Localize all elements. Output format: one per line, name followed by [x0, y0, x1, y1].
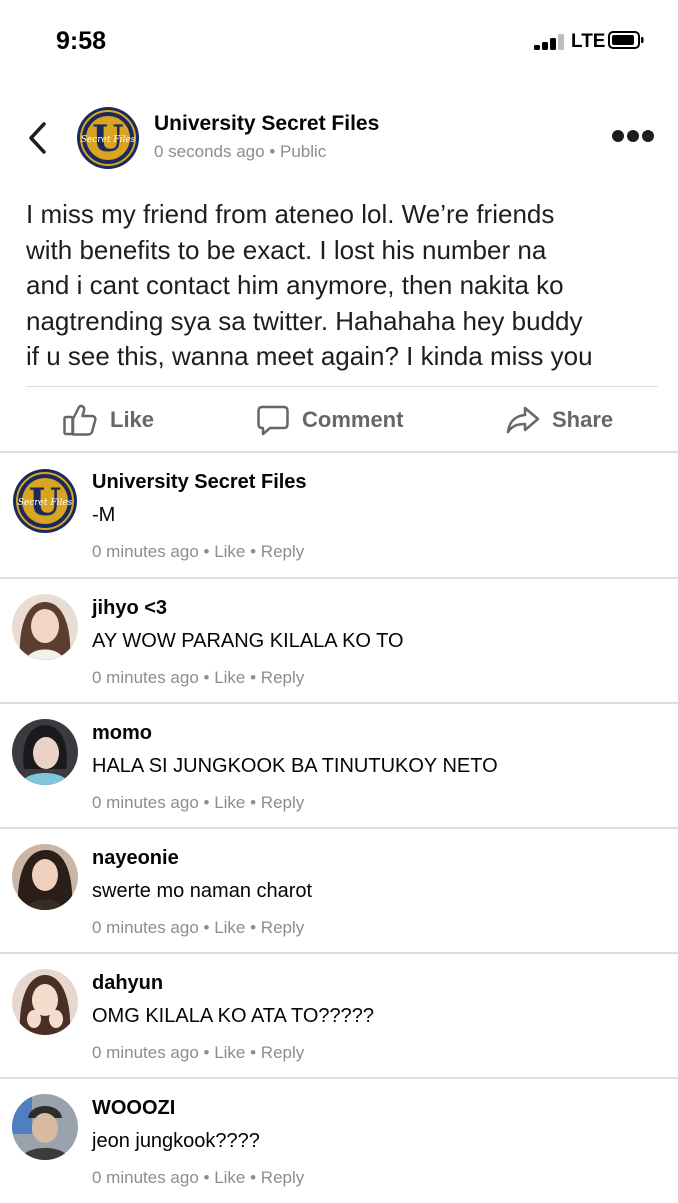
comment-time: 0 minutes ago — [92, 668, 199, 687]
comment-like-button[interactable]: Like — [214, 668, 245, 687]
like-label: Like — [110, 407, 155, 432]
share-arrow-icon — [506, 406, 540, 434]
logo-script: Secret Files — [81, 135, 136, 145]
meta-separator: • — [198, 542, 215, 561]
meta-separator: • — [245, 1168, 261, 1187]
logo-script: Secret Files — [18, 498, 73, 508]
commenter-name[interactable]: momo — [92, 722, 152, 745]
comment-button[interactable]: Comment — [256, 402, 403, 438]
comment-reply-button[interactable]: Reply — [261, 542, 304, 561]
comment-text: AY WOW PARANG KILALA KO TO — [92, 630, 404, 652]
comment-icon — [257, 405, 289, 436]
comment-reply-button[interactable]: Reply — [261, 1168, 304, 1187]
comment-reply-button[interactable]: Reply — [261, 668, 304, 687]
comment-text: jeon jungkook???? — [92, 1130, 260, 1152]
battery-icon — [608, 31, 644, 49]
comment-item: U Secret Files University Secret Files -… — [0, 452, 678, 577]
comment-item: nayeonie swerte mo naman charot 0 minute… — [0, 828, 678, 953]
comment-text: -M — [92, 504, 116, 526]
meta-separator: • — [264, 142, 280, 161]
comment-time: 0 minutes ago — [92, 542, 199, 561]
signal-icon — [534, 34, 568, 50]
comment-item: dahyun OMG KILALA KO ATA TO????? 0 minut… — [0, 953, 678, 1078]
commenter-name[interactable]: jihyo <3 — [92, 597, 167, 620]
comment-item: WOOOZI jeon jungkook???? 0 minutes ago •… — [0, 1078, 678, 1203]
commenter-avatar[interactable] — [12, 1094, 78, 1160]
commenter-avatar[interactable] — [12, 594, 78, 660]
comment-reply-button[interactable]: Reply — [261, 1043, 304, 1062]
meta-separator: • — [245, 793, 261, 812]
meta-separator: • — [198, 668, 215, 687]
commenter-avatar[interactable] — [12, 719, 78, 785]
profile-photo-icon — [12, 594, 78, 660]
share-label: Share — [552, 407, 614, 432]
commenter-name[interactable]: dahyun — [92, 972, 163, 995]
commenter-avatar[interactable] — [12, 969, 78, 1035]
divider — [26, 386, 658, 387]
meta-separator: • — [245, 918, 261, 937]
commenter-avatar[interactable]: U Secret Files — [12, 468, 78, 534]
thumbs-up-icon — [63, 404, 97, 436]
comment-reply-button[interactable]: Reply — [261, 918, 304, 937]
comment-item: jihyo <3 AY WOW PARANG KILALA KO TO 0 mi… — [0, 578, 678, 703]
commenter-name[interactable]: University Secret Files — [92, 471, 307, 494]
profile-photo-icon — [12, 969, 78, 1035]
meta-separator: • — [245, 542, 261, 561]
meta-separator: • — [198, 1168, 215, 1187]
comment-time: 0 minutes ago — [92, 1168, 199, 1187]
commenter-avatar[interactable] — [12, 844, 78, 910]
back-button[interactable] — [26, 120, 50, 156]
meta-separator: • — [198, 918, 215, 937]
commenter-name[interactable]: nayeonie — [92, 847, 179, 870]
post-time[interactable]: 0 seconds ago — [154, 142, 265, 161]
comment-meta: 0 minutes ago • Like • Reply — [92, 793, 304, 813]
comment-text: swerte mo naman charot — [92, 880, 313, 902]
post-visibility: Public — [280, 142, 327, 161]
meta-separator: • — [198, 1043, 215, 1062]
more-options-button[interactable] — [612, 130, 654, 144]
network-label: LTE — [571, 31, 606, 52]
profile-photo-icon — [12, 1094, 78, 1160]
profile-photo-icon — [12, 844, 78, 910]
profile-photo-icon — [12, 719, 78, 785]
meta-separator: • — [198, 793, 215, 812]
meta-separator: • — [245, 668, 261, 687]
chevron-left-icon — [29, 122, 46, 154]
comment-item: momo HALA SI JUNGKOOK BA TINUTUKOY NETO … — [0, 703, 678, 828]
comment-like-button[interactable]: Like — [214, 1043, 245, 1062]
comment-time: 0 minutes ago — [92, 918, 199, 937]
like-button[interactable]: Like — [62, 402, 154, 438]
comment-like-button[interactable]: Like — [214, 542, 245, 561]
comment-meta: 0 minutes ago • Like • Reply — [92, 1043, 304, 1063]
status-bar: 9:58 LTE — [0, 0, 678, 80]
comment-like-button[interactable]: Like — [214, 918, 245, 937]
comment-label: Comment — [302, 407, 404, 432]
comment-meta: 0 minutes ago • Like • Reply — [92, 1168, 304, 1188]
post-meta: 0 seconds ago • Public — [154, 142, 326, 162]
comment-meta: 0 minutes ago • Like • Reply — [92, 918, 304, 938]
comment-time: 0 minutes ago — [92, 793, 199, 812]
status-time: 9:58 — [56, 27, 107, 55]
university-logo-icon: U Secret Files — [77, 107, 139, 169]
university-logo-icon: U Secret Files — [13, 469, 77, 533]
comment-text: OMG KILALA KO ATA TO????? — [92, 1005, 375, 1027]
comment-meta: 0 minutes ago • Like • Reply — [92, 668, 304, 688]
comment-text: HALA SI JUNGKOOK BA TINUTUKOY NETO — [92, 755, 498, 777]
comment-meta: 0 minutes ago • Like • Reply — [92, 542, 304, 562]
comment-reply-button[interactable]: Reply — [261, 793, 304, 812]
page-avatar[interactable]: U Secret Files — [76, 106, 140, 170]
post-text: I miss my friend from ateneo lol. We’re … — [26, 199, 593, 371]
comment-time: 0 minutes ago — [92, 1043, 199, 1062]
share-button[interactable]: Share — [506, 402, 613, 438]
meta-separator: • — [245, 1043, 261, 1062]
page-name[interactable]: University Secret Files — [154, 112, 379, 136]
comment-like-button[interactable]: Like — [214, 793, 245, 812]
comment-like-button[interactable]: Like — [214, 1168, 245, 1187]
commenter-name[interactable]: WOOOZI — [92, 1097, 175, 1120]
